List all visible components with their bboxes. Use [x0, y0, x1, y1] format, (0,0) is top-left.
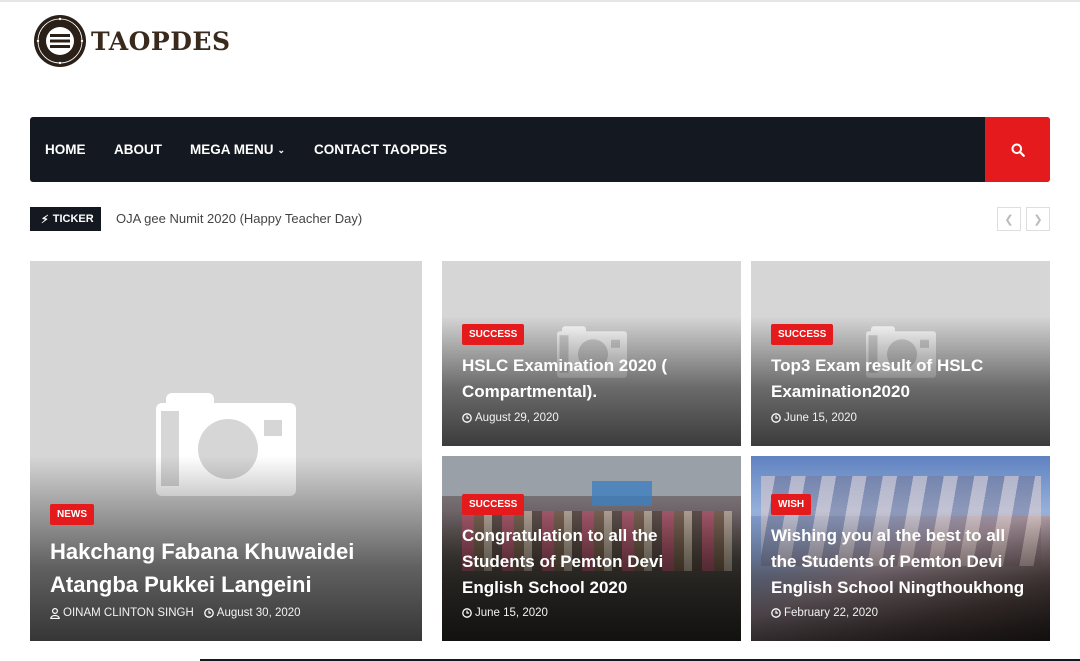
chevron-left-icon: ❮ — [1004, 213, 1014, 226]
post-date: August 30, 2020 — [203, 607, 301, 619]
post-date: February 22, 2020 — [771, 607, 878, 619]
clock-icon — [462, 413, 472, 423]
site-logo[interactable]: TAOPDES — [33, 13, 231, 69]
nav-contact[interactable]: CONTACT TAOPDES — [314, 117, 447, 182]
date-text: August 30, 2020 — [216, 607, 301, 619]
ticker-badge: ⚡︎ TICKER — [30, 207, 101, 231]
post-author[interactable]: OINAM CLINTON SINGH — [50, 607, 194, 619]
clock-icon — [462, 608, 472, 618]
featured-post-2[interactable]: SUCCESS HSLC Examination 2020 ( Compartm… — [442, 261, 741, 446]
post-title-line: Compartmental). — [462, 382, 598, 401]
post-title-line: English School 2020 — [462, 578, 628, 597]
chevron-down-icon: ⌄ — [277, 145, 286, 155]
post-title-line: Congratulation to all the — [462, 526, 658, 545]
post-title-line: Atangba Pukkei Langeini — [50, 572, 312, 597]
post-meta: OINAM CLINTON SINGH August 30, 2020 — [50, 607, 311, 619]
chevron-right-icon: ❯ — [1033, 213, 1043, 226]
search-icon — [1011, 143, 1025, 157]
post-title[interactable]: Wishing you al the best to all the Stude… — [771, 523, 1024, 601]
post-title[interactable]: Top3 Exam result of HSLC Examination2020 — [771, 353, 983, 405]
nav-about[interactable]: ABOUT — [114, 117, 162, 182]
clock-icon — [771, 413, 781, 423]
post-meta: June 15, 2020 — [771, 412, 867, 424]
clock-icon — [771, 608, 781, 618]
date-text: June 15, 2020 — [475, 607, 548, 619]
ticker-headline[interactable]: OJA gee Numit 2020 (Happy Teacher Day) — [116, 211, 362, 226]
post-date: June 15, 2020 — [462, 607, 548, 619]
site-name: TAOPDES — [91, 26, 231, 56]
post-meta: August 29, 2020 — [462, 412, 569, 424]
post-meta: February 22, 2020 — [771, 607, 888, 619]
category-label[interactable]: NEWS — [50, 504, 94, 525]
ticker-next-button[interactable]: ❯ — [1026, 207, 1050, 231]
top-border — [0, 0, 1080, 2]
post-title-line: HSLC Examination 2020 ( — [462, 356, 668, 375]
post-date: June 15, 2020 — [771, 412, 857, 424]
category-label[interactable]: WISH — [771, 494, 812, 515]
post-title[interactable]: HSLC Examination 2020 ( Compartmental). — [462, 353, 667, 405]
nav-mega-menu-label: MEGA MENU — [190, 142, 274, 157]
date-text: February 22, 2020 — [784, 607, 878, 619]
ticker-badge-label: TICKER — [52, 213, 94, 225]
ticker-prev-button[interactable]: ❮ — [997, 207, 1021, 231]
date-text: August 29, 2020 — [475, 412, 559, 424]
logo-seal-icon — [34, 15, 86, 67]
post-title-line: English School Ningthoukhong — [771, 578, 1025, 597]
author-name: OINAM CLINTON SINGH — [63, 607, 194, 619]
category-label[interactable]: SUCCESS — [462, 324, 525, 345]
user-icon — [50, 607, 60, 619]
post-title-line: Students of Pemton Devi — [462, 552, 664, 571]
featured-post-3[interactable]: SUCCESS Top3 Exam result of HSLC Examina… — [751, 261, 1050, 446]
date-text: June 15, 2020 — [784, 412, 857, 424]
post-title-line: Wishing you al the best to all — [771, 526, 1006, 545]
category-label[interactable]: SUCCESS — [462, 494, 525, 515]
featured-post-4[interactable]: SUCCESS Congratulation to all the Studen… — [442, 456, 741, 641]
post-title[interactable]: Congratulation to all the Students of Pe… — [462, 523, 663, 601]
bolt-icon: ⚡︎ — [41, 213, 49, 226]
post-meta: June 15, 2020 — [462, 607, 558, 619]
post-title-line: Examination2020 — [771, 382, 910, 401]
post-title[interactable]: Hakchang Fabana Khuwaidei Atangba Pukkei… — [50, 535, 354, 601]
post-title-line: Hakchang Fabana Khuwaidei — [50, 539, 355, 564]
search-button[interactable] — [985, 117, 1050, 182]
post-title-line: Top3 Exam result of HSLC — [771, 356, 984, 375]
category-label[interactable]: SUCCESS — [771, 324, 834, 345]
nav-mega-menu[interactable]: MEGA MENU ⌄ — [190, 117, 285, 182]
featured-post-1[interactable]: NEWS Hakchang Fabana Khuwaidei Atangba P… — [30, 261, 422, 641]
post-title-line: the Students of Pemton Devi — [771, 552, 1003, 571]
post-date: August 29, 2020 — [462, 412, 559, 424]
clock-icon — [203, 608, 214, 618]
main-navbar: HOME ABOUT MEGA MENU ⌄ CONTACT TAOPDES — [30, 117, 1050, 182]
featured-post-5[interactable]: WISH Wishing you al the best to all the … — [751, 456, 1050, 641]
nav-home[interactable]: HOME — [45, 117, 86, 182]
